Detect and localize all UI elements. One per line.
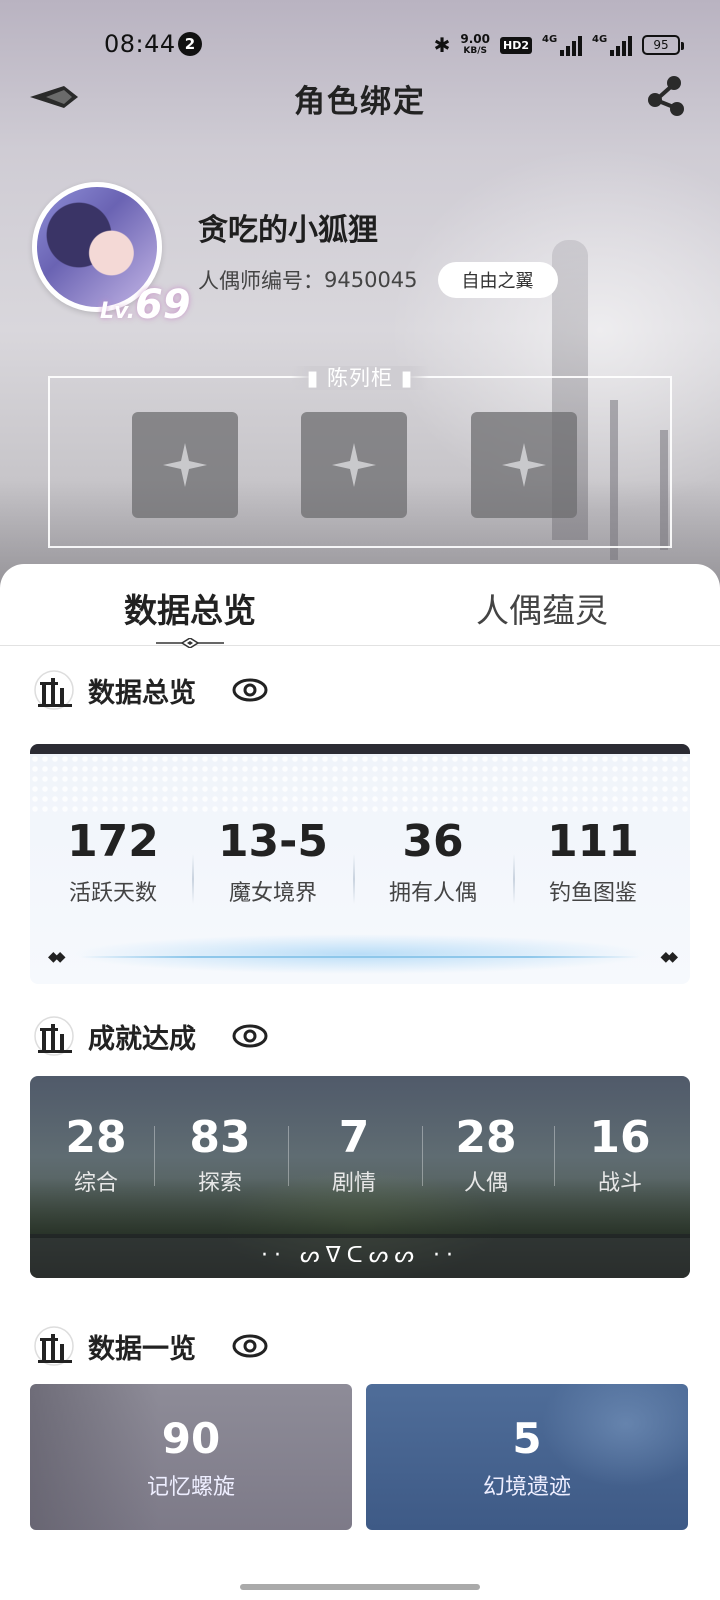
stat-value: 111 — [547, 816, 639, 867]
stat-witch-realm: 13-5 魔女境界 — [192, 816, 354, 907]
achievement-label: 综合 — [73, 1171, 118, 1196]
content-sheet: 数据总览 人偶蕴灵 数据总览 ◆◆ ◆◆ 172 活跃天数 13-5 魔女境界 … — [0, 564, 720, 1600]
share-button[interactable] — [644, 74, 686, 118]
stat-value: 36 — [402, 816, 464, 867]
diamond-ornament: ◆◆ — [48, 949, 65, 965]
achievement-value: 28 — [65, 1112, 127, 1163]
card-label: 记忆螺旋 — [146, 1475, 235, 1500]
nav-header: 角色绑定 — [0, 70, 720, 126]
achievement-label: 探索 — [197, 1171, 242, 1196]
stat-label: 拥有人偶 — [388, 881, 477, 906]
player-id-row: 人偶师编号： 9450045 自由之翼 — [198, 262, 558, 298]
section-title-overview: 数据总览 — [88, 677, 196, 709]
illusion-ruins-card[interactable]: 5 幻境遗迹 — [366, 1384, 688, 1530]
section-header-achievements: 成就达成 — [32, 1016, 268, 1056]
tab-bar: 数据总览 人偶蕴灵 — [0, 564, 720, 648]
eye-icon[interactable] — [232, 1334, 268, 1358]
achievement-value: 7 — [338, 1112, 370, 1163]
stat-label: 钓鱼图鉴 — [548, 881, 637, 906]
bluetooth-icon: ✱ — [433, 33, 451, 57]
eye-icon[interactable] — [232, 1024, 268, 1048]
card-value: 5 — [512, 1414, 542, 1463]
signal-icon: 4G — [592, 34, 632, 56]
achievement-value: 28 — [455, 1112, 517, 1163]
showcase-title-text: 陈列柜 — [327, 366, 393, 390]
player-id-value: 9450045 — [324, 268, 418, 292]
card-glow — [70, 934, 650, 974]
card-label: 幻境遗迹 — [482, 1475, 571, 1500]
stat-label: 魔女境界 — [228, 881, 317, 906]
achievement-label: 剧情 — [331, 1171, 376, 1196]
stat-value: 172 — [67, 816, 159, 867]
card-value: 90 — [161, 1414, 221, 1463]
achievement-explore: 83 探索 — [154, 1112, 286, 1197]
card-divider-line — [80, 956, 640, 958]
achievement-story: 7 剧情 — [288, 1112, 420, 1197]
net-speed-value: 9.00 — [460, 32, 490, 46]
signal-label: 4G — [542, 34, 558, 45]
ruins-icon — [34, 1016, 74, 1056]
showcase-slot[interactable] — [301, 412, 407, 518]
hd-voice-icon: HD2 — [500, 36, 532, 54]
diamond-ornament: ◆◆ — [660, 949, 677, 965]
section-header-overview: 数据总览 — [32, 670, 268, 710]
status-bar: 08:44 2 ✱ 9.00 KB/S HD2 4G 4G 95 — [0, 22, 720, 68]
level-number: 69 — [134, 282, 191, 328]
showcase-cabinet: ▮ 陈列柜 ▮ — [48, 366, 672, 548]
notification-badge: 2 — [178, 32, 202, 56]
section-title-data-list: 数据一览 — [88, 1333, 196, 1365]
level-badge: Lv.69 — [100, 282, 191, 328]
share-icon — [648, 76, 684, 116]
status-time: 08:44 — [104, 30, 176, 58]
tab-doll-spirit[interactable]: 人偶蕴灵 — [476, 584, 608, 632]
ruins-icon — [34, 1326, 74, 1366]
achievement-value: 83 — [189, 1112, 251, 1163]
eye-icon[interactable] — [232, 678, 268, 702]
tab-data-overview[interactable]: 数据总览 — [124, 584, 256, 632]
memory-spiral-card[interactable]: 90 记忆螺旋 — [30, 1384, 352, 1530]
stat-fishing-guide: 111 钓鱼图鉴 — [512, 816, 674, 907]
player-id-label: 人偶师编号： — [198, 269, 324, 293]
battery-icon: 95 — [642, 35, 684, 55]
achievements-card: 28 综合 83 探索 7 剧情 28 人偶 16 战斗 ·· ᔕᐁᑕᔕᔕ ·· — [30, 1076, 690, 1278]
showcase-slot[interactable] — [471, 412, 577, 518]
stat-dolls-owned: 36 拥有人偶 — [352, 816, 514, 907]
showcase-slot[interactable] — [132, 412, 238, 518]
status-icons: ✱ 9.00 KB/S HD2 4G 4G 95 — [433, 30, 684, 60]
sparkle-icon — [163, 443, 207, 487]
ruins-icon — [34, 670, 74, 710]
net-speed: 9.00 KB/S — [460, 33, 490, 57]
level-prefix: Lv. — [100, 299, 135, 324]
server-tag: 自由之翼 — [437, 262, 558, 298]
showcase-title: ▮ 陈列柜 ▮ — [50, 362, 670, 392]
signal-icon: 4G — [542, 34, 582, 56]
card-top-bar — [30, 744, 690, 754]
achievement-label: 战斗 — [597, 1171, 642, 1196]
section-title-achievements: 成就达成 — [88, 1023, 196, 1055]
stat-label: 活跃天数 — [68, 881, 157, 906]
sparkle-icon — [502, 443, 546, 487]
achievement-battle: 16 战斗 — [554, 1112, 686, 1197]
sparkle-icon — [332, 443, 376, 487]
achievement-doll: 28 人偶 — [420, 1112, 552, 1197]
signal-label: 4G — [592, 34, 608, 45]
tab-indicator — [156, 638, 224, 648]
page-title: 角色绑定 — [294, 84, 426, 120]
username: 贪吃的小狐狸 — [198, 213, 378, 248]
achievement-value: 16 — [589, 1112, 651, 1163]
stat-value: 13-5 — [217, 816, 329, 867]
rune-footer: ·· ᔕᐁᑕᔕᔕ ·· — [30, 1234, 690, 1278]
overview-card: ◆◆ ◆◆ 172 活跃天数 13-5 魔女境界 36 拥有人偶 111 钓鱼图… — [30, 744, 690, 984]
dot-pattern — [30, 754, 690, 814]
stat-active-days: 172 活跃天数 — [32, 816, 194, 907]
achievement-label: 人偶 — [463, 1171, 508, 1196]
achievement-overall: 28 综合 — [30, 1112, 162, 1197]
section-header-data-list: 数据一览 — [32, 1326, 268, 1366]
net-speed-unit: KB/S — [463, 46, 487, 56]
home-indicator[interactable] — [240, 1584, 480, 1590]
